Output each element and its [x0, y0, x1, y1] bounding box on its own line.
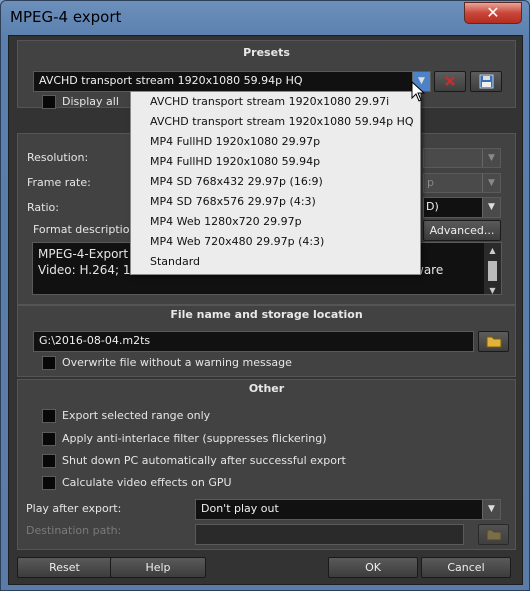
- play-after-arrow-icon: ▼: [482, 500, 500, 519]
- scroll-thumb[interactable]: [488, 261, 497, 281]
- destination-path-label: Destination path:: [26, 524, 122, 537]
- delete-x-icon: [445, 76, 455, 86]
- resolution-arrow-icon: ▼: [482, 149, 500, 167]
- play-after-value: Don't play out: [201, 502, 279, 515]
- ok-button[interactable]: OK: [328, 557, 418, 578]
- browse-file-button[interactable]: [478, 331, 509, 352]
- play-after-label: Play after export:: [26, 502, 122, 515]
- ratio-select[interactable]: D) ▼: [423, 197, 501, 218]
- preset-selected-value: AVCHD transport stream 1920x1080 59.94p …: [39, 74, 303, 87]
- destination-path-input[interactable]: [195, 524, 464, 545]
- reset-button[interactable]: Reset: [17, 557, 112, 578]
- export-dialog: MPEG-4 export ✕ Presets AVCHD transport …: [0, 0, 530, 591]
- preset-option[interactable]: Standard: [131, 252, 420, 272]
- description-line-2: Video: H.264; 19: [38, 263, 139, 277]
- file-path-value: G:\2016-08-04.m2ts: [39, 334, 151, 347]
- file-section: File name and storage location G:\2016-0…: [17, 305, 516, 377]
- description-scrollbar[interactable]: ▲ ▼: [484, 243, 501, 294]
- title-bar: MPEG-4 export ✕: [1, 1, 529, 35]
- preset-option[interactable]: AVCHD transport stream 1920x1080 59.94p …: [131, 112, 420, 132]
- preset-option[interactable]: MP4 Web 1280x720 29.97p: [131, 212, 420, 232]
- file-path-input[interactable]: G:\2016-08-04.m2ts: [33, 331, 474, 352]
- preset-select[interactable]: AVCHD transport stream 1920x1080 59.94p …: [33, 71, 431, 92]
- overwrite-label: Overwrite file without a warning message: [62, 356, 292, 369]
- preset-dropdown-list: AVCHD transport stream 1920x1080 29.97i …: [130, 91, 421, 275]
- play-after-select[interactable]: Don't play out ▼: [195, 499, 501, 520]
- file-heading: File name and storage location: [170, 308, 363, 321]
- folder-icon: [486, 529, 502, 541]
- folder-icon: [486, 336, 502, 348]
- ratio-label: Ratio:: [27, 201, 59, 214]
- frame-rate-select[interactable]: p ▼: [423, 173, 501, 193]
- help-button[interactable]: Help: [110, 557, 206, 578]
- export-range-checkbox[interactable]: [42, 409, 56, 423]
- preset-option[interactable]: MP4 Web 720x480 29.97p (4:3): [131, 232, 420, 252]
- delete-preset-button[interactable]: [434, 71, 466, 92]
- resolution-select[interactable]: ▼: [423, 148, 501, 168]
- resolution-label: Resolution:: [27, 151, 89, 164]
- ratio-value: D): [426, 200, 439, 213]
- preset-option[interactable]: AVCHD transport stream 1920x1080 29.97i: [131, 92, 420, 112]
- frame-rate-arrow-icon: ▼: [482, 174, 500, 192]
- advanced-button[interactable]: Advanced...: [423, 220, 501, 241]
- preset-option[interactable]: MP4 FullHD 1920x1080 59.94p: [131, 152, 420, 172]
- save-preset-button[interactable]: [470, 71, 502, 92]
- presets-heading: Presets: [243, 46, 290, 59]
- format-description-label: Format description: [33, 223, 137, 236]
- scroll-up-icon[interactable]: ▲: [484, 243, 501, 259]
- export-range-label: Export selected range only: [62, 409, 211, 422]
- display-all-checkbox[interactable]: [42, 95, 56, 109]
- anti-interlace-label: Apply anti-interlace filter (suppresses …: [62, 432, 327, 445]
- anti-interlace-checkbox[interactable]: [42, 432, 56, 446]
- shutdown-label: Shut down PC automatically after success…: [62, 454, 346, 467]
- preset-option[interactable]: MP4 SD 768x576 29.97p (4:3): [131, 192, 420, 212]
- frame-rate-value: p: [427, 176, 434, 189]
- browse-destination-button[interactable]: [478, 524, 509, 545]
- frame-rate-label: Frame rate:: [27, 176, 91, 189]
- other-heading: Other: [248, 382, 285, 395]
- gpu-effects-checkbox[interactable]: [42, 476, 56, 490]
- cancel-button[interactable]: Cancel: [421, 557, 511, 578]
- other-section: Other Export selected range only Apply a…: [17, 379, 516, 550]
- overwrite-checkbox[interactable]: [42, 356, 56, 370]
- scroll-down-icon[interactable]: ▼: [484, 283, 501, 294]
- shutdown-checkbox[interactable]: [42, 454, 56, 468]
- preset-option[interactable]: MP4 FullHD 1920x1080 29.97p: [131, 132, 420, 152]
- close-button[interactable]: ✕: [464, 2, 522, 24]
- ratio-arrow-icon: ▼: [482, 198, 500, 217]
- display-all-label: Display all: [62, 95, 119, 108]
- mouse-cursor-icon: [411, 81, 426, 102]
- window-title: MPEG-4 export: [10, 8, 122, 26]
- preset-option[interactable]: MP4 SD 768x432 29.97p (16:9): [131, 172, 420, 192]
- gpu-effects-label: Calculate video effects on GPU: [62, 476, 232, 489]
- floppy-save-icon: [479, 74, 494, 89]
